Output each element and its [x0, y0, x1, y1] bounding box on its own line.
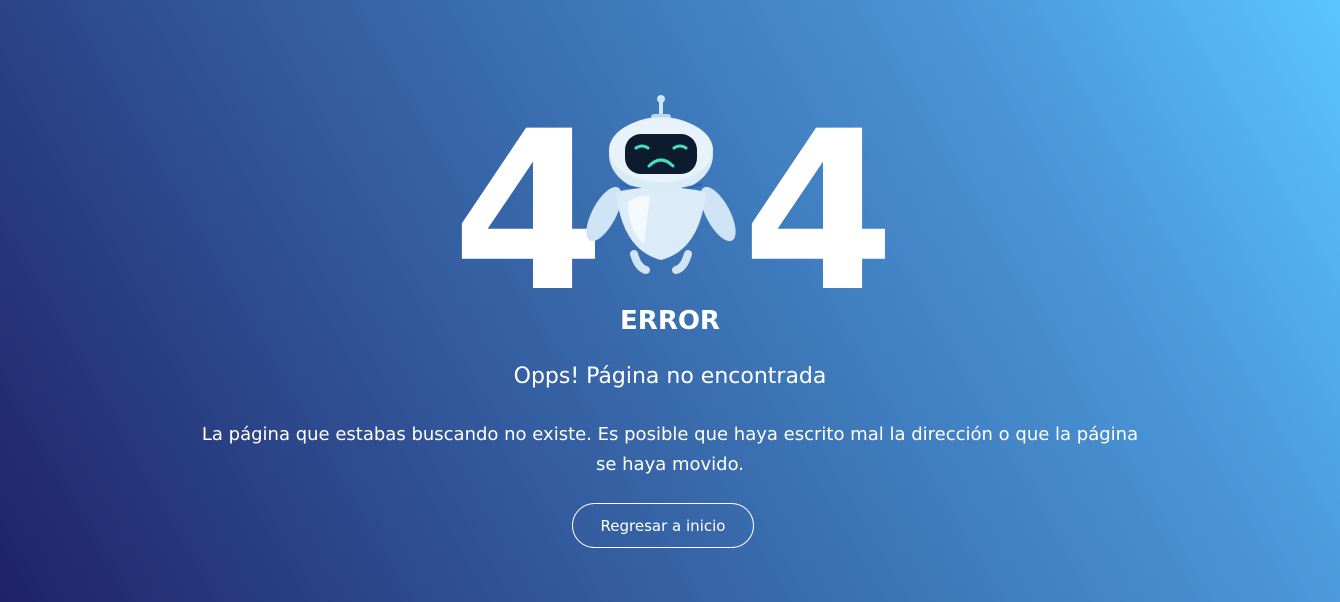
- sad-robot-icon: [586, 95, 736, 274]
- error-hero: 4 4: [0, 90, 1340, 322]
- error-title: ERROR: [620, 306, 720, 336]
- home-button[interactable]: Regresar a inicio: [572, 503, 754, 548]
- error-404-page: 4 4 ERROR Opps! Página no encontrada La …: [0, 0, 1340, 602]
- error-description: La página que estabas buscando no existe…: [201, 424, 1139, 475]
- digit-four-right: 4: [742, 84, 896, 340]
- error-subtitle: Opps! Página no encontrada: [513, 364, 827, 389]
